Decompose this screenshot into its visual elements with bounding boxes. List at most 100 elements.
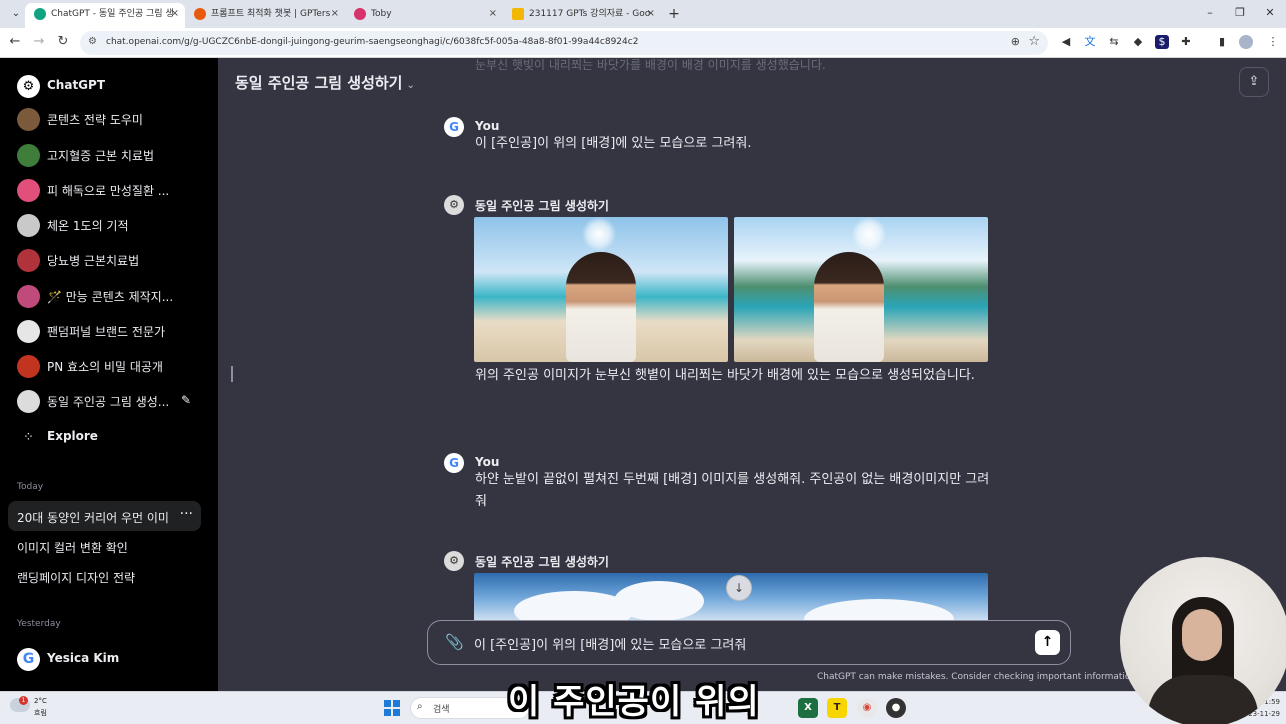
browser-tab-chatgpt[interactable]: ChatGPT - 동일 주인공 그림 생 × bbox=[25, 3, 185, 28]
gpt-label: 고지혈증 근본 치료법 bbox=[47, 149, 154, 163]
url-bar[interactable]: ⚙ chat.openai.com/g/g-UGCZC6nbE-dongil-j… bbox=[80, 31, 1048, 55]
explore-grid-icon: ⁘ bbox=[23, 430, 34, 445]
profile-avatar-icon[interactable] bbox=[1239, 35, 1253, 49]
sun-glare bbox=[852, 217, 886, 251]
tab-search-icon[interactable]: ⌄ bbox=[8, 6, 24, 22]
weather-temperature: 2°C bbox=[34, 697, 47, 705]
attach-paperclip-icon[interactable]: 📎 bbox=[445, 633, 464, 651]
close-tab-icon[interactable]: × bbox=[647, 3, 655, 25]
send-button[interactable]: ↑ bbox=[1035, 630, 1060, 655]
section-title-yesterday: Yesterday bbox=[17, 619, 61, 629]
webcam-overlay bbox=[1120, 557, 1286, 724]
user-avatar-icon: G bbox=[444, 117, 464, 137]
tab-title: ChatGPT - 동일 주인공 그림 생 bbox=[51, 9, 174, 19]
minimize-icon[interactable]: – bbox=[1200, 6, 1220, 19]
translate-icon[interactable]: 文 bbox=[1083, 35, 1097, 49]
woman-figure bbox=[814, 252, 884, 362]
chat-item-selected[interactable]: 20대 동양인 커리어 우먼 이미 ··· bbox=[8, 501, 201, 531]
gpt-avatar bbox=[17, 249, 40, 272]
more-options-icon[interactable]: ··· bbox=[180, 506, 193, 522]
gpt-avatar bbox=[17, 179, 40, 202]
sidebar-gpt-item-active[interactable]: 동일 주인공 그림 생성... ✎ bbox=[8, 385, 202, 417]
new-chat-edit-icon[interactable]: ✎ bbox=[181, 393, 196, 408]
close-tab-icon[interactable]: × bbox=[489, 3, 497, 25]
video-subtitle: 이 주인공이 위의 bbox=[508, 682, 760, 722]
kakaotalk-app-icon[interactable]: T bbox=[827, 698, 847, 718]
url-text[interactable]: chat.openai.com/g/g-UGCZC6nbE-dongil-jui… bbox=[106, 37, 638, 47]
weather-description: 흐림 bbox=[34, 709, 47, 717]
message-author: 동일 주인공 그림 생성하기 bbox=[475, 199, 609, 213]
gpt-label: 팬덤퍼널 브랜드 전문가 bbox=[47, 325, 166, 339]
message-input[interactable] bbox=[474, 631, 1014, 655]
browser-menu-icon[interactable]: ⋮ bbox=[1266, 35, 1280, 49]
site-info-icon[interactable]: ⚙ bbox=[88, 36, 97, 47]
browser-tab-gpters[interactable]: 프롬프트 최적화 챗봇 | GPTers × bbox=[185, 3, 345, 28]
share-button[interactable]: ⇪ bbox=[1239, 67, 1269, 97]
sidebar-gpt-item[interactable]: 콘텐츠 전략 도우미 bbox=[8, 103, 202, 135]
gpt-avatar bbox=[17, 320, 40, 343]
excel-app-icon[interactable]: X bbox=[798, 698, 818, 718]
sidebar-gpt-item[interactable]: 팬덤퍼널 브랜드 전문가 bbox=[8, 315, 202, 347]
openai-logo-icon: ⚙ bbox=[17, 75, 40, 98]
gpt-label: 동일 주인공 그림 생성... bbox=[47, 395, 170, 409]
sidebar-gpt-item[interactable]: 고지혈증 근본 치료법 bbox=[8, 139, 202, 171]
google-avatar-icon: G bbox=[17, 648, 40, 671]
presenter-face bbox=[1182, 609, 1222, 661]
close-window-icon[interactable]: ✕ bbox=[1260, 6, 1280, 19]
search-placeholder: 검색 bbox=[433, 705, 450, 715]
restore-icon[interactable]: ❐ bbox=[1230, 6, 1250, 19]
windows-start-icon[interactable] bbox=[384, 700, 400, 716]
forward-icon[interactable]: → bbox=[31, 34, 47, 50]
notification-badge: 1 bbox=[19, 696, 28, 705]
message-text: 이 [주인공]이 위의 [배경]에 있는 모습으로 그려줘. bbox=[475, 136, 752, 151]
app-icon[interactable]: ● bbox=[886, 698, 906, 718]
arrow-down-icon: ↓ bbox=[733, 581, 745, 595]
side-panel-icon[interactable]: ▮ bbox=[1215, 35, 1229, 49]
tab-title: Toby bbox=[371, 9, 392, 19]
sidebar-chatgpt[interactable]: ⚙ ChatGPT bbox=[8, 70, 202, 102]
chat-item[interactable]: 랜딩페이지 디자인 전략 bbox=[8, 561, 201, 591]
slides-favicon-icon bbox=[512, 8, 524, 20]
close-tab-icon[interactable]: × bbox=[171, 3, 179, 25]
section-title-today: Today bbox=[17, 482, 44, 492]
browser-tab-toby[interactable]: Toby × bbox=[345, 3, 503, 28]
close-tab-icon[interactable]: × bbox=[331, 3, 339, 25]
gpt-label: PN 효소의 비밀 대공개 bbox=[47, 360, 163, 374]
sidebar-gpt-item[interactable]: PN 효소의 비밀 대공개 bbox=[8, 350, 202, 382]
zoom-icon[interactable]: ⊕ bbox=[1011, 35, 1020, 48]
sidebar-gpt-item[interactable]: 당뇨병 근본치료법 bbox=[8, 244, 202, 276]
sidebar-toggle-handle[interactable] bbox=[231, 366, 233, 382]
new-tab-button[interactable]: + bbox=[666, 6, 682, 22]
gpt-avatar bbox=[17, 108, 40, 131]
user-profile[interactable]: G Yesica Kim bbox=[8, 643, 202, 675]
sidebar-gpt-item[interactable]: 피 해독으로 만성질환 ... bbox=[8, 174, 202, 206]
message-author: 동일 주인공 그림 생성하기 bbox=[475, 555, 609, 569]
user-avatar-icon: G bbox=[444, 453, 464, 473]
bookmark-star-icon[interactable]: ☆ bbox=[1028, 34, 1040, 49]
extension-icon[interactable]: ◆ bbox=[1131, 35, 1145, 49]
chat-item[interactable]: 이미지 컬러 변환 확인 bbox=[8, 531, 201, 561]
model-selector[interactable]: 동일 주인공 그림 생성하기 ⌄ bbox=[235, 72, 415, 93]
extension-icon[interactable]: $ bbox=[1155, 35, 1169, 49]
gpt-label: 🪄 만능 콘텐츠 제작지... bbox=[47, 290, 174, 304]
chat-main: 눈부신 햇빛이 내리쬐는 바닷가를 배경이 배경 이미지를 생성했습니다. 동일… bbox=[218, 58, 1286, 691]
extension-icon[interactable]: ⇆ bbox=[1107, 35, 1121, 49]
speaker-icon[interactable]: ◀ bbox=[1059, 35, 1073, 49]
gpters-favicon-icon bbox=[194, 8, 206, 20]
generated-image[interactable] bbox=[474, 217, 728, 362]
gpt-avatar-icon: ⚙ bbox=[444, 195, 464, 215]
gpt-avatar bbox=[17, 355, 40, 378]
chrome-app-icon[interactable]: ◉ bbox=[857, 698, 877, 718]
generated-image[interactable] bbox=[734, 217, 988, 362]
reload-icon[interactable]: ↻ bbox=[55, 34, 71, 50]
scroll-to-bottom-button[interactable]: ↓ bbox=[726, 575, 752, 601]
sidebar-explore[interactable]: ⁘ Explore bbox=[8, 421, 202, 453]
back-icon[interactable]: ← bbox=[7, 34, 23, 50]
sidebar-gpt-item[interactable]: 체온 1도의 기적 bbox=[8, 209, 202, 241]
user-name: Yesica Kim bbox=[47, 651, 120, 665]
sidebar: ⚙ ChatGPT 콘텐츠 전략 도우미 고지혈증 근본 치료법 피 해독으로 … bbox=[0, 58, 218, 691]
sidebar-gpt-item[interactable]: 🪄 만능 콘텐츠 제작지... bbox=[8, 280, 202, 312]
extensions-puzzle-icon[interactable]: ✚ bbox=[1179, 35, 1193, 49]
browser-tab-google-slides[interactable]: 231117 GPTs 강의자료 - Goo × bbox=[503, 3, 661, 28]
disclaimer-text: ChatGPT can make mistakes. Consider chec… bbox=[817, 672, 1139, 682]
